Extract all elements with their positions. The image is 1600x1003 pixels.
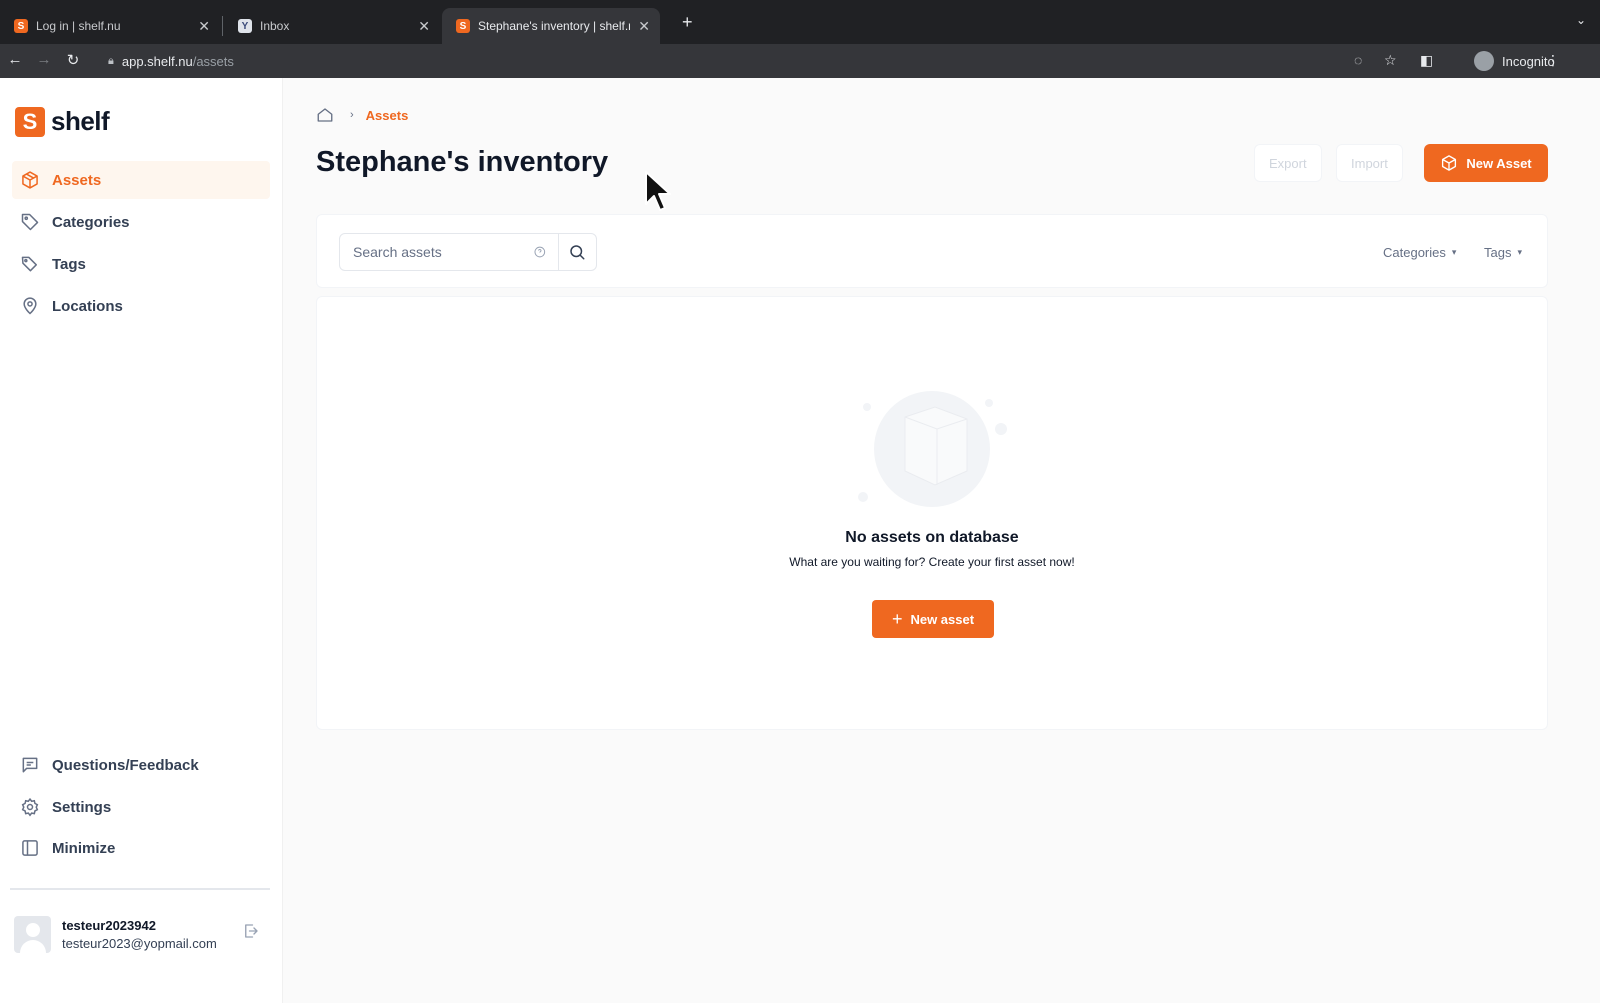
- reload-icon[interactable]: ↻: [64, 51, 82, 69]
- create-asset-button[interactable]: + New asset: [872, 600, 994, 638]
- avatar: [14, 916, 51, 953]
- browser-tab-inventory[interactable]: S Stephane's inventory | shelf.nu ✕: [442, 8, 660, 44]
- sidebar-item-locations[interactable]: Locations: [12, 287, 270, 325]
- browser-tab-login[interactable]: S Log in | shelf.nu ✕: [0, 8, 220, 44]
- sidebar-item-label: Categories: [52, 213, 130, 231]
- bookmark-star-icon[interactable]: ☆: [1384, 52, 1397, 69]
- user-email: testeur2023@yopmail.com: [62, 936, 217, 951]
- tags-icon: [21, 256, 37, 272]
- new-tab-plus-icon[interactable]: +: [682, 12, 693, 33]
- user-name: testeur2023942: [62, 918, 156, 933]
- eye-off-icon[interactable]: ◌: [1354, 52, 1362, 68]
- filter-bar: Categories ▾ Tags ▾: [316, 214, 1548, 288]
- page-title: Stephane's inventory: [316, 146, 609, 178]
- breadcrumb-current[interactable]: Assets: [366, 108, 409, 123]
- empty-state: No assets on database What are you waiti…: [316, 296, 1548, 730]
- help-circle-icon[interactable]: [534, 245, 546, 259]
- tag-icon: [21, 213, 39, 231]
- sidebar-item-settings[interactable]: Settings: [12, 788, 270, 826]
- browser-menu-icon[interactable]: ⋮: [1546, 52, 1560, 69]
- breadcrumb: › Assets: [316, 106, 408, 124]
- logo-mark: S: [15, 106, 45, 137]
- sidebar-icon: [22, 840, 38, 856]
- user-profile: testeur2023942 testeur2023@yopmail.com: [14, 914, 270, 958]
- shelf-favicon: S: [456, 19, 470, 33]
- lock-icon: 🔒︎: [108, 54, 114, 67]
- tags-filter-dropdown[interactable]: Tags ▾: [1484, 245, 1522, 260]
- close-tab-icon[interactable]: ✕: [198, 18, 210, 35]
- new-asset-label: New Asset: [1466, 155, 1532, 171]
- sidebar-item-assets[interactable]: Assets: [12, 161, 270, 199]
- cube-icon: [1442, 155, 1457, 171]
- sidebar-item-categories[interactable]: Categories: [12, 203, 270, 241]
- search-box: [339, 233, 597, 271]
- close-tab-icon[interactable]: ✕: [418, 18, 430, 35]
- sidebar-item-label: Questions/Feedback: [52, 756, 199, 774]
- sidebar: S shelf Assets Categories Tags Locations…: [0, 78, 283, 1003]
- map-pin-icon: [23, 297, 37, 315]
- address-bar[interactable]: 🔒︎ app.shelf.nu/assets: [100, 47, 1280, 75]
- dropdown-label: Tags: [1484, 245, 1512, 260]
- search-button[interactable]: [557, 234, 596, 270]
- mouse-pointer-icon: [645, 171, 671, 211]
- back-arrow-icon[interactable]: ←: [6, 51, 24, 68]
- empty-state-title: No assets on database: [845, 529, 1019, 546]
- incognito-profile[interactable]: Incognito: [1474, 51, 1555, 71]
- sidebar-item-label: Settings: [52, 798, 112, 816]
- yopmail-favicon: Y: [238, 19, 252, 33]
- sidebar-item-label: Minimize: [52, 839, 116, 857]
- browser-toolbar: ← → ↻ 🔒︎ app.shelf.nu/assets ◌ ☆ ◧ Incog…: [0, 44, 1600, 78]
- search-icon: [570, 245, 585, 260]
- dropdown-label: Categories: [1383, 245, 1446, 260]
- tab-title: Log in | shelf.nu: [36, 19, 121, 33]
- side-panel-icon[interactable]: ◧: [1420, 52, 1433, 69]
- sidebar-item-minimize[interactable]: Minimize: [12, 829, 270, 867]
- tab-title: Stephane's inventory | shelf.nu: [478, 19, 631, 33]
- message-icon: [22, 757, 38, 773]
- chevron-down-icon: ▾: [1451, 247, 1457, 257]
- search-input[interactable]: [340, 234, 534, 270]
- sidebar-item-label: Tags: [52, 255, 86, 273]
- sidebar-item-tags[interactable]: Tags: [12, 245, 270, 283]
- new-asset-button[interactable]: New Asset: [1424, 144, 1548, 182]
- tab-separator: [222, 16, 223, 36]
- gear-icon: [21, 797, 39, 817]
- shelf-logo[interactable]: S shelf: [15, 106, 110, 137]
- create-asset-label: New asset: [910, 611, 975, 627]
- plus-icon: +: [891, 608, 903, 629]
- import-button[interactable]: Import: [1336, 144, 1403, 182]
- browser-tab-strip: S Log in | shelf.nu ✕ Y Inbox ✕ S Stepha…: [0, 0, 1600, 44]
- home-icon[interactable]: [316, 106, 334, 124]
- logo-text: shelf: [51, 106, 110, 136]
- categories-filter-dropdown[interactable]: Categories ▾: [1383, 245, 1456, 260]
- empty-box-illustration: [858, 391, 1007, 507]
- browser-tab-inbox[interactable]: Y Inbox ✕: [224, 8, 440, 44]
- incognito-icon: [1474, 51, 1494, 71]
- empty-state-subtitle: What are you waiting for? Create your fi…: [789, 555, 1075, 569]
- url-path: /assets: [192, 53, 234, 69]
- close-tab-icon[interactable]: ✕: [638, 18, 650, 35]
- forward-arrow-icon[interactable]: →: [35, 51, 53, 68]
- tab-search-chevron-icon[interactable]: ⌄: [1576, 13, 1586, 27]
- sidebar-item-label: Assets: [52, 171, 102, 189]
- cube-icon: [22, 171, 38, 189]
- shelf-favicon: S: [14, 19, 28, 33]
- main-content: › Assets Stephane's inventory Export Imp…: [284, 78, 1600, 1003]
- sidebar-divider: [10, 888, 270, 890]
- logout-icon[interactable]: [242, 922, 260, 940]
- url-host: app.shelf.nu: [121, 53, 193, 69]
- chevron-down-icon: ▾: [1517, 247, 1522, 257]
- chevron-right-icon: ›: [350, 109, 354, 121]
- export-button[interactable]: Export: [1254, 144, 1322, 182]
- sidebar-item-label: Locations: [52, 297, 123, 315]
- tab-title: Inbox: [260, 19, 290, 33]
- sidebar-item-questions-feedback[interactable]: Questions/Feedback: [12, 746, 270, 784]
